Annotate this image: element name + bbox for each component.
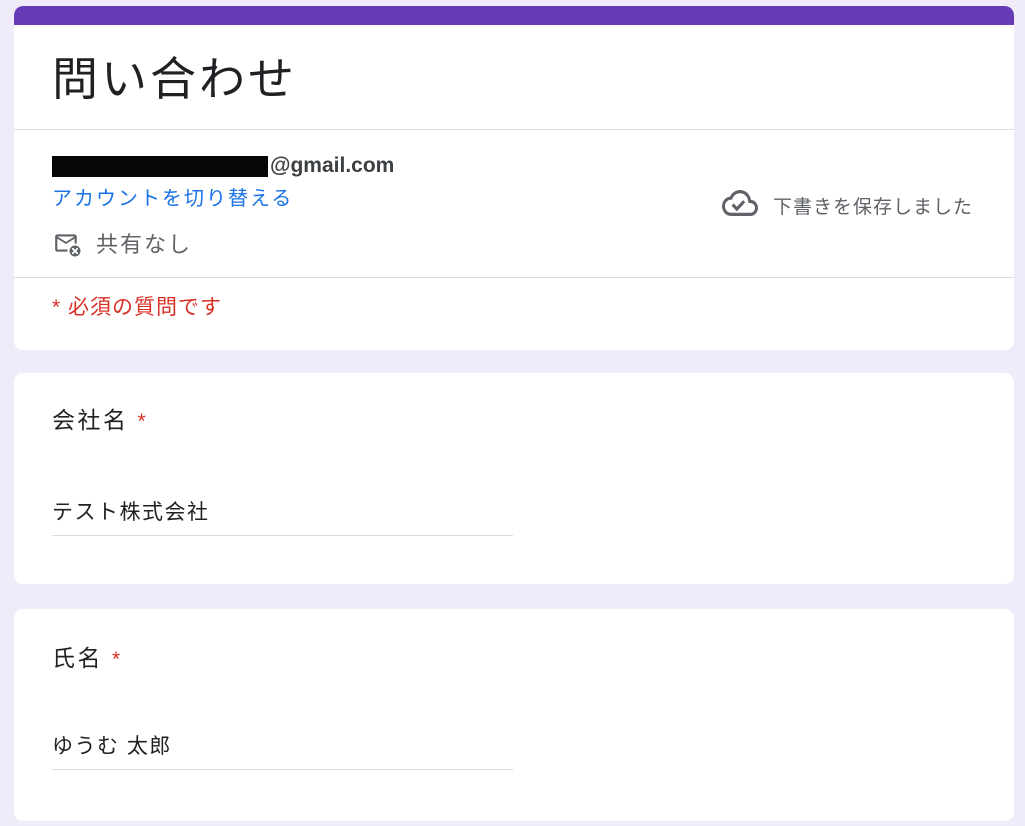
email-domain: @gmail.com (270, 154, 395, 177)
required-asterisk: * (137, 410, 146, 433)
question-label-text: 氏名 (52, 645, 103, 671)
required-note-section: * 必須の質問です (14, 278, 1014, 350)
draft-status-label: 下書きを保存しました (772, 197, 973, 218)
switch-account-link[interactable]: アカウントを切り替える (52, 185, 293, 213)
form-accent-bar (14, 6, 1014, 25)
draft-status: 下書きを保存しました (721, 190, 973, 221)
short-answer-input-company[interactable]: テスト株式会社 (52, 499, 513, 536)
question-label: 氏名 * (52, 643, 974, 675)
share-status-row: 共有なし (52, 227, 394, 259)
question-card-company: 会社名 * テスト株式会社 (14, 373, 1014, 584)
form-title: 問い合わせ (52, 53, 297, 105)
share-status-label: 共有なし (96, 232, 193, 257)
redacted-email-bar (52, 155, 268, 177)
account-section: @gmail.com アカウントを切り替える 共有なし 下書きを保存しました (14, 130, 1014, 277)
answer-value: テスト株式会社 (52, 501, 210, 524)
form-title-section: 問い合わせ (14, 25, 1014, 129)
mail-off-icon (52, 228, 83, 259)
google-form-page: 問い合わせ @gmail.com アカウントを切り替える 共有なし 下書きを保存… (14, 0, 1014, 821)
short-answer-input-name[interactable]: ゆうむ 太郎 (52, 733, 513, 770)
required-asterisk: * (112, 648, 121, 671)
account-email: @gmail.com (52, 152, 394, 180)
cloud-done-icon (721, 190, 758, 221)
required-note: * 必須の質問です (52, 296, 223, 319)
form-header-card: 問い合わせ @gmail.com アカウントを切り替える 共有なし 下書きを保存… (14, 6, 1014, 350)
account-info: @gmail.com アカウントを切り替える 共有なし (52, 152, 394, 259)
question-card-name: 氏名 * ゆうむ 太郎 (14, 609, 1014, 821)
question-label-text: 会社名 (52, 407, 129, 433)
answer-value: ゆうむ 太郎 (52, 735, 172, 758)
question-label: 会社名 * (52, 405, 974, 437)
